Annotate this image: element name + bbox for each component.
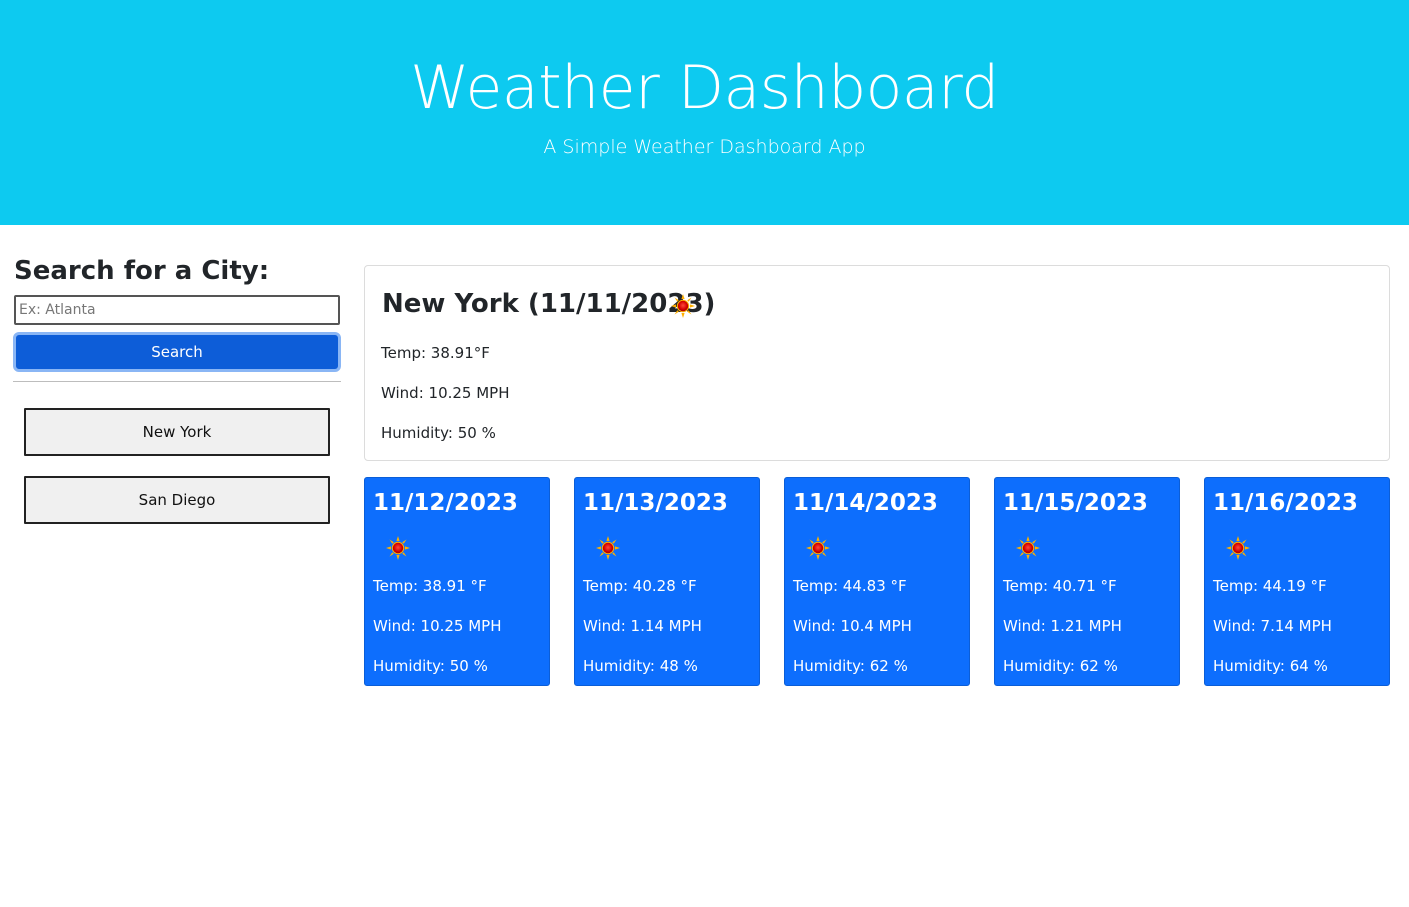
forecast-wind: Wind: 1.14 MPH: [583, 617, 702, 635]
sun-icon: [806, 536, 830, 560]
forecast-card: 11/16/2023 Temp: 44.19 °F Wind: 7.14 MPH…: [1204, 477, 1390, 686]
forecast-temp: Temp: 44.19 °F: [1213, 577, 1327, 595]
forecast-humidity: Humidity: 50 %: [373, 657, 488, 675]
forecast-date: 11/13/2023: [583, 490, 728, 516]
forecast-date: 11/14/2023: [793, 490, 938, 516]
search-sidebar: Search for a City: Search New York San D…: [13, 255, 341, 544]
search-history: New York San Diego: [24, 408, 341, 524]
forecast-temp: Temp: 40.71 °F: [1003, 577, 1117, 595]
current-temp: Temp: 38.91°F: [381, 344, 490, 362]
forecast-temp: Temp: 38.91 °F: [373, 577, 487, 595]
current-city-title: New York (11/11/2023): [382, 289, 716, 319]
current-wind: Wind: 10.25 MPH: [381, 384, 510, 402]
city-search-input[interactable]: [14, 295, 340, 325]
sidebar-divider: [13, 381, 341, 382]
forecast-wind: Wind: 10.25 MPH: [373, 617, 502, 635]
forecast-humidity: Humidity: 48 %: [583, 657, 698, 675]
forecast-humidity: Humidity: 64 %: [1213, 657, 1328, 675]
forecast-temp: Temp: 40.28 °F: [583, 577, 697, 595]
forecast-humidity: Humidity: 62 %: [793, 657, 908, 675]
history-button-new-york[interactable]: New York: [24, 408, 330, 456]
sun-icon: [1016, 536, 1040, 560]
forecast-wind: Wind: 1.21 MPH: [1003, 617, 1122, 635]
page-title: Weather Dashboard: [410, 53, 999, 123]
history-button-san-diego[interactable]: San Diego: [24, 476, 330, 524]
sun-icon: [386, 536, 410, 560]
search-heading: Search for a City:: [14, 256, 270, 286]
search-button[interactable]: Search: [13, 332, 341, 372]
forecast-card: 11/15/2023 Temp: 40.71 °F Wind: 1.21 MPH…: [994, 477, 1180, 686]
forecast-card: 11/14/2023 Temp: 44.83 °F Wind: 10.4 MPH…: [784, 477, 970, 686]
sun-icon: [671, 294, 695, 318]
forecast-card: 11/13/2023 Temp: 40.28 °F Wind: 1.14 MPH…: [574, 477, 760, 686]
sun-icon: [1226, 536, 1250, 560]
forecast-wind: Wind: 7.14 MPH: [1213, 617, 1332, 635]
current-humidity: Humidity: 50 %: [381, 424, 496, 442]
forecast-temp: Temp: 44.83 °F: [793, 577, 907, 595]
forecast-date: 11/16/2023: [1213, 490, 1358, 516]
forecast-wind: Wind: 10.4 MPH: [793, 617, 912, 635]
forecast-date: 11/12/2023: [373, 490, 518, 516]
page-header: Weather Dashboard A Simple Weather Dashb…: [0, 0, 1409, 225]
forecast-date: 11/15/2023: [1003, 490, 1148, 516]
page-subtitle: A Simple Weather Dashboard App: [543, 136, 866, 158]
forecast-humidity: Humidity: 62 %: [1003, 657, 1118, 675]
current-weather-card: New York (11/11/2023) Temp: 38.91°F Wind…: [364, 265, 1390, 461]
forecast-card: 11/12/2023 Temp: 38.91 °F Wind: 10.25 MP…: [364, 477, 550, 686]
sun-icon: [596, 536, 620, 560]
